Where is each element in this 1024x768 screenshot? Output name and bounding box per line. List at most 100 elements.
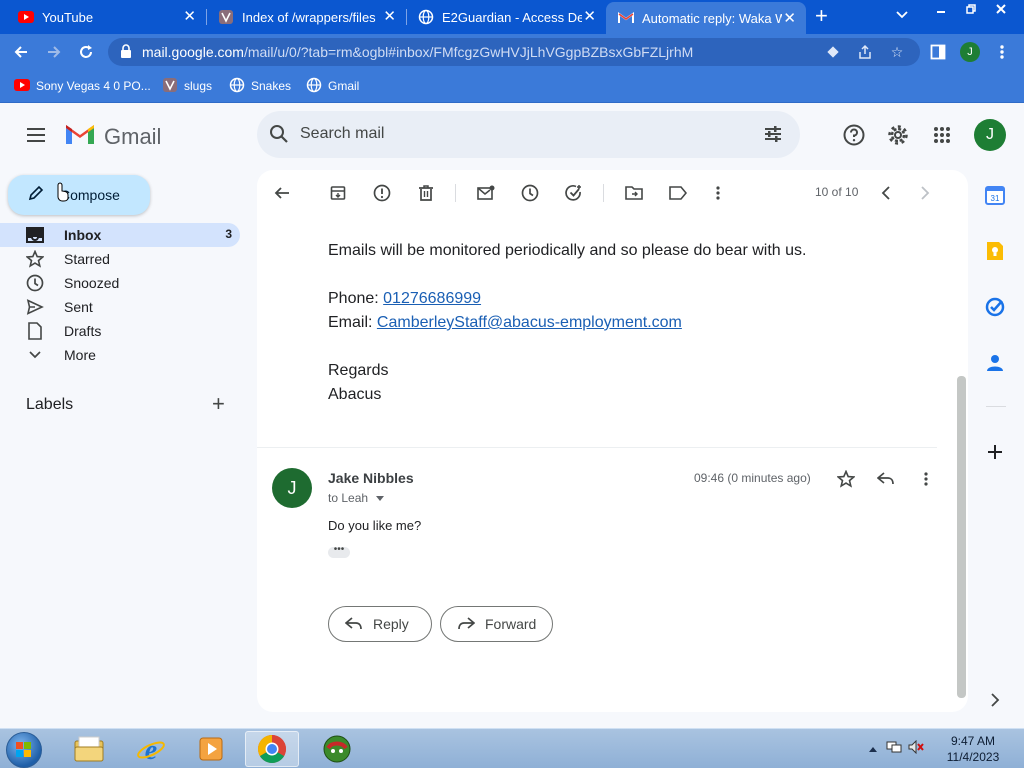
close-icon[interactable]: ✕ <box>383 9 396 25</box>
move-to-icon[interactable] <box>624 183 644 203</box>
message-pane: 10 of 10 Emails will be monitored period… <box>257 170 968 712</box>
bookmark-gmail[interactable]: Gmail <box>306 76 359 96</box>
recipient-details[interactable]: to Leah <box>328 491 385 505</box>
back-button[interactable] <box>9 40 33 64</box>
toolbar-divider <box>455 184 456 202</box>
label-icon[interactable] <box>668 183 688 203</box>
newer-chevron-left-icon[interactable] <box>876 183 896 203</box>
start-button[interactable] <box>6 732 42 768</box>
gmail-wordmark: Gmail <box>104 123 162 149</box>
tab-e2guardian[interactable]: E2Guardian - Access Deni ✕ <box>406 0 606 34</box>
message-more-icon[interactable] <box>916 469 936 489</box>
older-chevron-right-icon[interactable] <box>915 183 935 203</box>
search-bar[interactable]: Search mail <box>257 111 800 158</box>
profile-avatar[interactable]: J <box>960 42 980 62</box>
internet-explorer-icon[interactable]: e <box>124 731 178 767</box>
sender-avatar[interactable]: J <box>272 468 312 508</box>
volume-muted-icon[interactable] <box>908 739 924 759</box>
add-to-tasks-icon[interactable] <box>564 183 584 203</box>
account-avatar[interactable]: J <box>974 119 1006 151</box>
archive-icon[interactable] <box>328 183 348 203</box>
globe-icon <box>306 77 322 96</box>
reply-icon[interactable] <box>876 469 896 489</box>
network-icon[interactable] <box>886 740 902 759</box>
create-label-button[interactable]: + <box>212 393 225 415</box>
minimize-button[interactable] <box>926 0 956 18</box>
search-icon[interactable] <box>269 124 289 149</box>
help-icon[interactable] <box>842 123 866 147</box>
tab-wrappers[interactable]: Index of /wrappers/files ✕ <box>206 0 406 34</box>
delete-icon[interactable] <box>416 183 436 203</box>
sidebar-item-sent[interactable]: Sent <box>0 295 240 319</box>
side-panel-icon[interactable] <box>926 40 950 64</box>
close-icon[interactable]: ✕ <box>783 11 796 27</box>
close-icon[interactable]: ✕ <box>183 9 196 25</box>
media-player-icon[interactable] <box>184 731 238 767</box>
tasks-icon[interactable] <box>984 296 1006 318</box>
browser-tab-strip: YouTube ✕ Index of /wrappers/files ✕ E2G… <box>0 0 1024 34</box>
back-to-inbox-icon[interactable] <box>272 183 292 203</box>
inbox-icon <box>26 226 44 244</box>
snooze-icon[interactable] <box>520 183 540 203</box>
browser-toolbar: mail.google.com/mail/u/0/?tab=rm&ogbl#in… <box>0 34 1024 70</box>
share-icon[interactable] <box>856 43 874 61</box>
new-tab-button[interactable]: + <box>815 5 828 27</box>
address-bar[interactable]: mail.google.com/mail/u/0/?tab=rm&ogbl#in… <box>108 38 920 66</box>
window-controls <box>926 0 1016 18</box>
phone-link[interactable]: 01276686999 <box>383 290 481 307</box>
show-trimmed-content-button[interactable]: ••• <box>328 545 350 558</box>
search-input[interactable]: Search mail <box>300 125 384 143</box>
bookmark-slugs[interactable]: slugs <box>162 76 212 96</box>
sidebar-item-drafts[interactable]: Drafts <box>0 319 240 343</box>
sidebar-item-starred[interactable]: Starred <box>0 247 240 271</box>
compose-button[interactable]: Compose <box>8 175 150 215</box>
forward-button[interactable]: Forward <box>440 606 553 642</box>
sender-name[interactable]: Jake Nibbles <box>328 470 414 486</box>
mouse-pointer-icon <box>56 182 70 207</box>
file-explorer-icon[interactable] <box>62 731 116 767</box>
sidebar-item-inbox[interactable]: Inbox 3 <box>0 223 240 247</box>
contacts-icon[interactable] <box>984 352 1006 374</box>
install-icon[interactable] <box>824 43 842 61</box>
gmail-logo[interactable]: Gmail <box>64 122 161 151</box>
caret-down-icon[interactable] <box>371 491 385 505</box>
report-spam-icon[interactable] <box>372 183 392 203</box>
lock-icon[interactable] <box>120 44 132 64</box>
reload-button[interactable] <box>74 40 98 64</box>
message-body: Do you like me? <box>328 518 422 533</box>
tab-search-chevron-icon[interactable] <box>896 8 908 22</box>
tab-youtube[interactable]: YouTube ✕ <box>6 0 206 34</box>
bookmark-star-icon[interactable]: ☆ <box>888 43 906 61</box>
keep-icon[interactable] <box>984 240 1006 262</box>
apps-grid-icon[interactable] <box>930 123 954 147</box>
close-window-button[interactable] <box>986 0 1016 18</box>
settings-gear-icon[interactable] <box>886 123 910 147</box>
bookmark-snakes[interactable]: Snakes <box>229 76 291 96</box>
reply-button[interactable]: Reply <box>328 606 432 642</box>
chrome-icon[interactable] <box>245 731 299 767</box>
browser-menu-icon[interactable] <box>990 40 1014 64</box>
restore-button[interactable] <box>956 0 986 18</box>
mark-unread-icon[interactable] <box>476 183 496 203</box>
tab-title: YouTube <box>42 9 94 25</box>
tab-gmail[interactable]: Automatic reply: Waka W ✕ <box>606 2 806 34</box>
main-menu-icon[interactable] <box>24 124 48 148</box>
sidebar-item-snoozed[interactable]: Snoozed <box>0 271 240 295</box>
taskbar-clock[interactable]: 9:47 AM 11/4/2023 <box>944 733 1002 765</box>
message-scrollbar[interactable] <box>957 376 966 698</box>
gmail-icon <box>618 10 634 26</box>
forward-nav-button[interactable] <box>42 40 66 64</box>
toolbar-divider <box>603 184 604 202</box>
more-actions-icon[interactable] <box>708 183 728 203</box>
search-options-icon[interactable] <box>763 124 783 149</box>
star-message-icon[interactable] <box>836 469 856 489</box>
expand-panel-chevron-icon[interactable] <box>984 689 1006 711</box>
show-hidden-icons-icon[interactable] <box>868 740 878 758</box>
email-link[interactable]: CamberleyStaff@abacus-employment.com <box>377 314 682 331</box>
bookmark-sony-vegas[interactable]: Sony Vegas 4 0 PO... <box>14 76 151 96</box>
sidebar-item-more[interactable]: More <box>0 343 240 367</box>
close-icon[interactable]: ✕ <box>583 9 596 25</box>
game-app-icon[interactable] <box>310 731 364 767</box>
get-addons-icon[interactable] <box>984 441 1006 463</box>
calendar-icon[interactable]: 31 <box>984 184 1006 206</box>
